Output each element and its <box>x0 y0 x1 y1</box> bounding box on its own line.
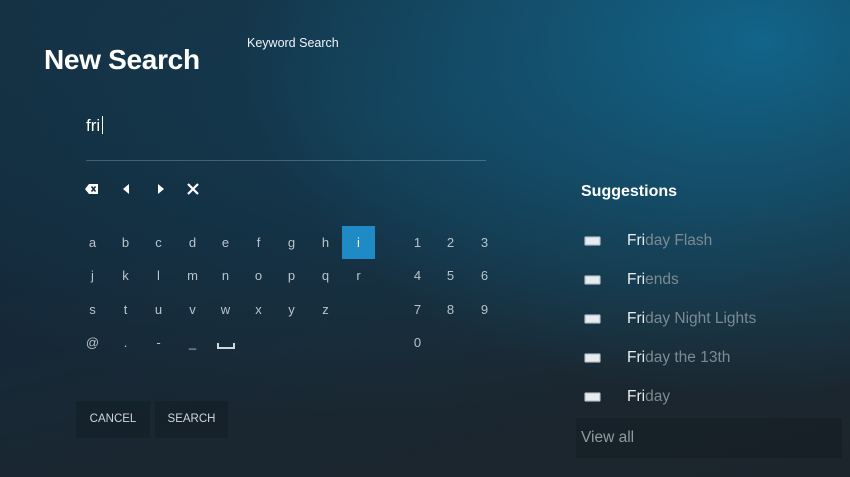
suggestion-item[interactable]: Friends <box>584 269 844 293</box>
tv-icon <box>584 236 601 246</box>
suggestion-match: Fri <box>627 271 646 288</box>
key-0[interactable]: 0 <box>401 326 434 359</box>
key-r[interactable]: r <box>342 259 375 292</box>
key-a[interactable]: a <box>76 226 109 259</box>
key-k[interactable]: k <box>109 259 142 292</box>
space-bar-icon <box>216 343 235 349</box>
key-z[interactable]: z <box>309 293 342 326</box>
key-e[interactable]: e <box>209 226 242 259</box>
suggestion-rest: ends <box>645 271 679 288</box>
key-p[interactable]: p <box>275 259 308 292</box>
search-button[interactable]: SEARCH <box>155 401 228 438</box>
key-d[interactable]: d <box>176 226 209 259</box>
key-g[interactable]: g <box>275 226 308 259</box>
key-w[interactable]: w <box>209 293 242 326</box>
view-all-label: View all <box>581 429 635 446</box>
suggestion-rest: day Night Lights <box>645 310 757 327</box>
suggestion-item[interactable]: Friday Flash <box>584 230 844 254</box>
cancel-button[interactable]: CANCEL <box>76 401 150 438</box>
key-x[interactable]: x <box>242 293 275 326</box>
suggestion-rest: day the 13th <box>645 349 731 366</box>
key-q[interactable]: q <box>309 259 342 292</box>
key-n[interactable]: n <box>209 259 242 292</box>
key-l[interactable]: l <box>142 259 175 292</box>
key-underscore[interactable]: _ <box>176 326 209 359</box>
search-input[interactable]: fri <box>86 116 486 161</box>
suggestion-match: Fri <box>627 232 646 249</box>
key-i-selected[interactable]: i <box>342 226 375 259</box>
suggestion-rest: day Flash <box>645 232 713 249</box>
key-h[interactable]: h <box>309 226 342 259</box>
key-o[interactable]: o <box>242 259 275 292</box>
suggestion-match: Fri <box>627 310 646 327</box>
clear-icon[interactable] <box>185 181 203 199</box>
search-query-text: fri <box>86 116 101 135</box>
tv-icon <box>584 353 601 363</box>
key-3[interactable]: 3 <box>468 226 501 259</box>
key-5[interactable]: 5 <box>434 259 467 292</box>
cursor-right-icon[interactable] <box>153 181 171 199</box>
suggestion-item[interactable]: Friday the 13th <box>584 347 844 371</box>
key-6[interactable]: 6 <box>468 259 501 292</box>
key-c[interactable]: c <box>142 226 175 259</box>
key-9[interactable]: 9 <box>468 293 501 326</box>
suggestion-item[interactable]: Friday Night Lights <box>584 308 844 332</box>
tv-icon <box>584 314 601 324</box>
key-b[interactable]: b <box>109 226 142 259</box>
key-1[interactable]: 1 <box>401 226 434 259</box>
suggestion-match: Fri <box>627 388 646 405</box>
key-period[interactable]: . <box>109 326 142 359</box>
suggestion-match: Fri <box>627 349 646 366</box>
key-hyphen[interactable]: - <box>142 326 175 359</box>
tv-icon <box>584 392 601 402</box>
key-2[interactable]: 2 <box>434 226 467 259</box>
key-u[interactable]: u <box>142 293 175 326</box>
backspace-icon[interactable] <box>84 181 102 199</box>
key-at[interactable]: @ <box>76 326 109 359</box>
suggestion-rest: day <box>645 388 671 405</box>
key-y[interactable]: y <box>275 293 308 326</box>
page-subtitle: Keyword Search <box>247 36 339 50</box>
key-s[interactable]: s <box>76 293 109 326</box>
tv-icon <box>584 275 601 285</box>
key-4[interactable]: 4 <box>401 259 434 292</box>
key-f[interactable]: f <box>242 226 275 259</box>
text-caret <box>102 116 104 134</box>
key-space[interactable] <box>209 326 242 359</box>
key-m[interactable]: m <box>176 259 209 292</box>
cursor-left-icon[interactable] <box>119 181 137 199</box>
key-v[interactable]: v <box>176 293 209 326</box>
page-title: New Search <box>44 44 200 75</box>
key-t[interactable]: t <box>109 293 142 326</box>
suggestion-item[interactable]: Friday <box>584 386 844 410</box>
suggestions-title: Suggestions <box>581 183 678 200</box>
key-8[interactable]: 8 <box>434 293 467 326</box>
key-j[interactable]: j <box>76 259 109 292</box>
key-7[interactable]: 7 <box>401 293 434 326</box>
